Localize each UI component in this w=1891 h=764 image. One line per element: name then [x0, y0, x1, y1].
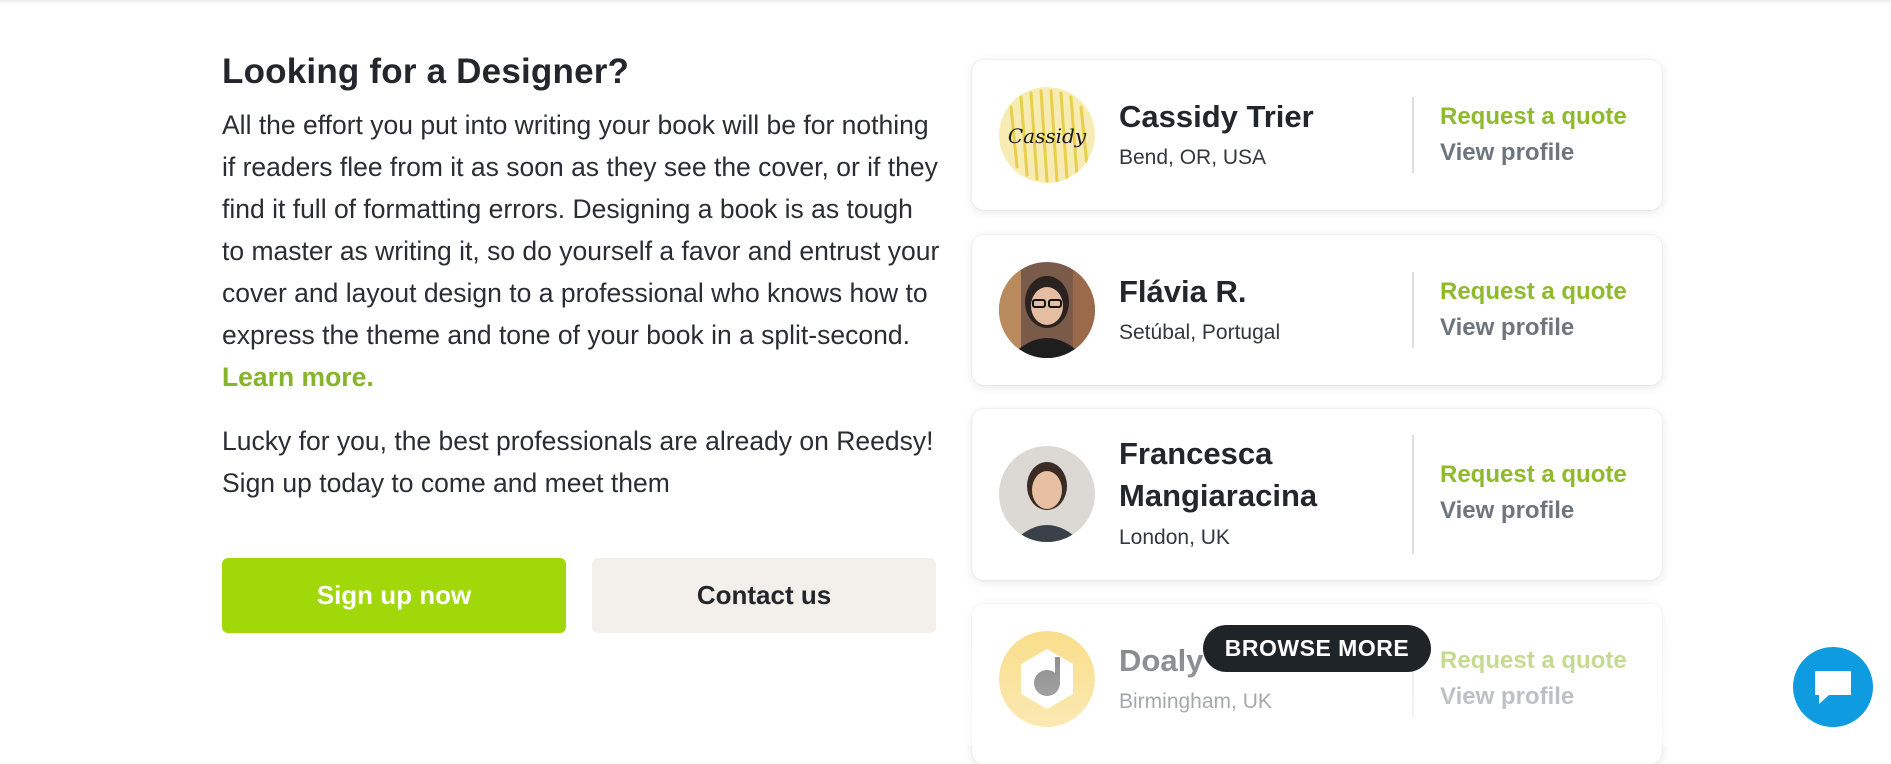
contact-us-button[interactable]: Contact us — [592, 558, 936, 633]
request-quote-link[interactable]: Request a quote — [1440, 461, 1627, 489]
avatar[interactable]: Cassidy — [999, 87, 1095, 183]
card-divider — [1412, 272, 1414, 348]
designer-location: Birmingham, UK — [1119, 690, 1272, 713]
svg-text:Cassidy: Cassidy — [1008, 124, 1087, 148]
card-divider — [1412, 435, 1414, 554]
designer-name[interactable]: Flávia R. — [1119, 271, 1247, 313]
view-profile-link[interactable]: View profile — [1440, 314, 1574, 342]
intro-paragraph: All the effort you put into writing your… — [222, 104, 942, 398]
designer-name-text: Francesca Mangiaracina — [1119, 436, 1318, 513]
card-divider — [1412, 97, 1414, 173]
designer-card: Flávia R. Setúbal, Portugal Request a qu… — [972, 235, 1662, 385]
designer-card: Francesca Mangiaracina London, UK Reques… — [972, 409, 1662, 580]
request-quote-link[interactable]: Request a quote — [1440, 647, 1627, 675]
browse-more-button[interactable]: BROWSE MORE — [1203, 625, 1431, 672]
designer-name[interactable]: Francesca Mangiaracina — [1119, 433, 1369, 517]
section-heading: Looking for a Designer? — [222, 52, 630, 91]
avatar-image: Cassidy — [999, 87, 1095, 183]
avatar[interactable] — [999, 262, 1095, 358]
sign-up-button[interactable]: Sign up now — [222, 558, 566, 633]
intro-paragraph-text: All the effort you put into writing your… — [222, 110, 940, 350]
view-profile-link[interactable]: View profile — [1440, 497, 1574, 525]
designer-location: London, UK — [1119, 526, 1230, 549]
view-profile-link[interactable]: View profile — [1440, 139, 1574, 167]
chat-bubble-icon — [1815, 671, 1851, 704]
designer-intro: Looking for a Designer? All the effort y… — [222, 48, 942, 633]
header-shadow — [0, 0, 1891, 4]
designer-card: Cassidy Cassidy Trier Bend, OR, USA Requ… — [972, 60, 1662, 210]
chat-widget-button[interactable] — [1793, 647, 1873, 727]
designer-name[interactable]: Cassidy Trier — [1119, 96, 1314, 138]
avatar-image — [999, 631, 1095, 727]
designer-name[interactable]: Doaly — [1119, 640, 1203, 682]
avatar-image — [999, 262, 1095, 358]
view-profile-link[interactable]: View profile — [1440, 683, 1574, 711]
avatar[interactable] — [999, 631, 1095, 727]
designer-location: Setúbal, Portugal — [1119, 321, 1281, 344]
avatar[interactable] — [999, 446, 1095, 542]
request-quote-link[interactable]: Request a quote — [1440, 103, 1627, 131]
signup-paragraph: Lucky for you, the best professionals ar… — [222, 426, 934, 498]
designer-location: Bend, OR, USA — [1119, 146, 1267, 169]
learn-more-link[interactable]: Learn more. — [222, 362, 374, 392]
request-quote-link[interactable]: Request a quote — [1440, 278, 1627, 306]
avatar-image — [999, 446, 1095, 542]
